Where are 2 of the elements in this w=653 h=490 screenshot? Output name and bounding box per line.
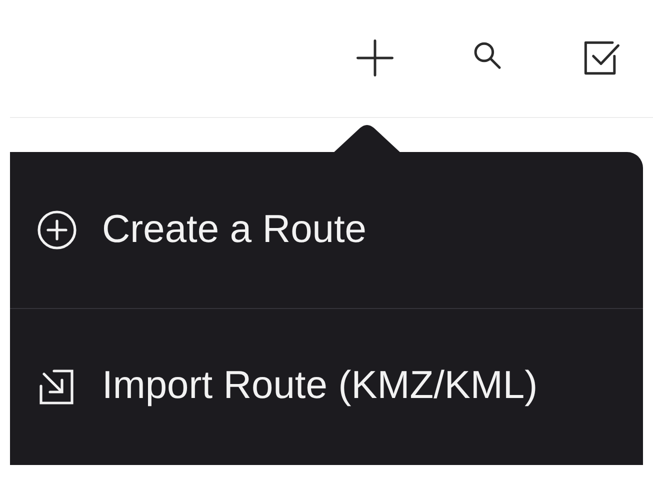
menu-item[interactable]: Create a Route bbox=[10, 152, 643, 308]
menu-item[interactable]: Import Route (KMZ/KML) bbox=[10, 308, 643, 464]
